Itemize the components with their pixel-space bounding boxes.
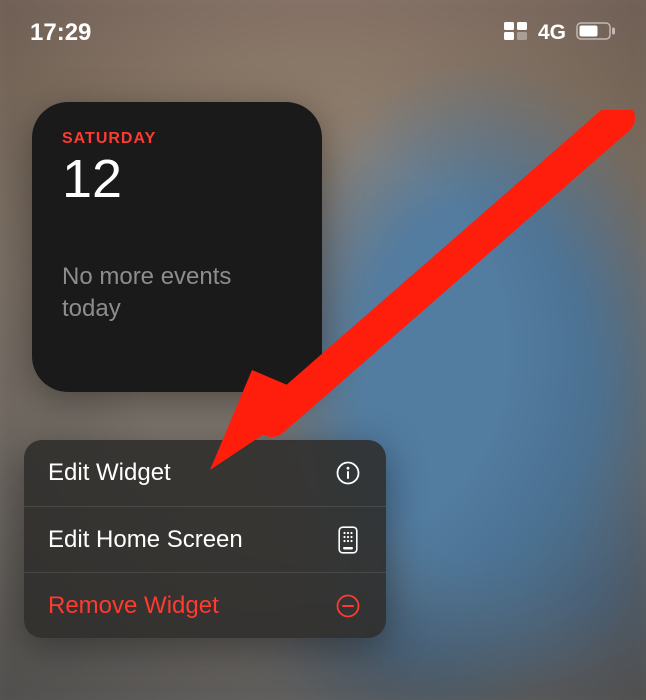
calendar-date: 12 (62, 150, 294, 209)
minus-circle-icon (334, 592, 362, 620)
menu-item-edit-widget[interactable]: Edit Widget (24, 440, 386, 506)
menu-item-label: Edit Home Screen (48, 526, 243, 554)
status-right-cluster: 4G (504, 19, 616, 47)
battery-icon (576, 19, 616, 47)
info-circle-icon (334, 459, 362, 487)
calendar-events-text: No more events today (62, 261, 292, 323)
menu-item-remove-widget[interactable]: Remove Widget (24, 572, 386, 638)
context-menu: Edit Widget Edit Home Screen (24, 440, 386, 638)
network-label: 4G (538, 21, 566, 45)
signal-icon (504, 19, 528, 47)
calendar-day-name: SATURDAY (62, 130, 294, 148)
status-time: 17:29 (30, 19, 91, 47)
home-grid-icon (334, 526, 362, 554)
menu-item-label: Edit Widget (48, 459, 171, 487)
menu-item-label: Remove Widget (48, 592, 219, 620)
status-bar: 17:29 4G (0, 0, 646, 56)
menu-item-edit-home-screen[interactable]: Edit Home Screen (24, 506, 386, 572)
calendar-widget[interactable]: SATURDAY 12 No more events today (32, 102, 322, 392)
